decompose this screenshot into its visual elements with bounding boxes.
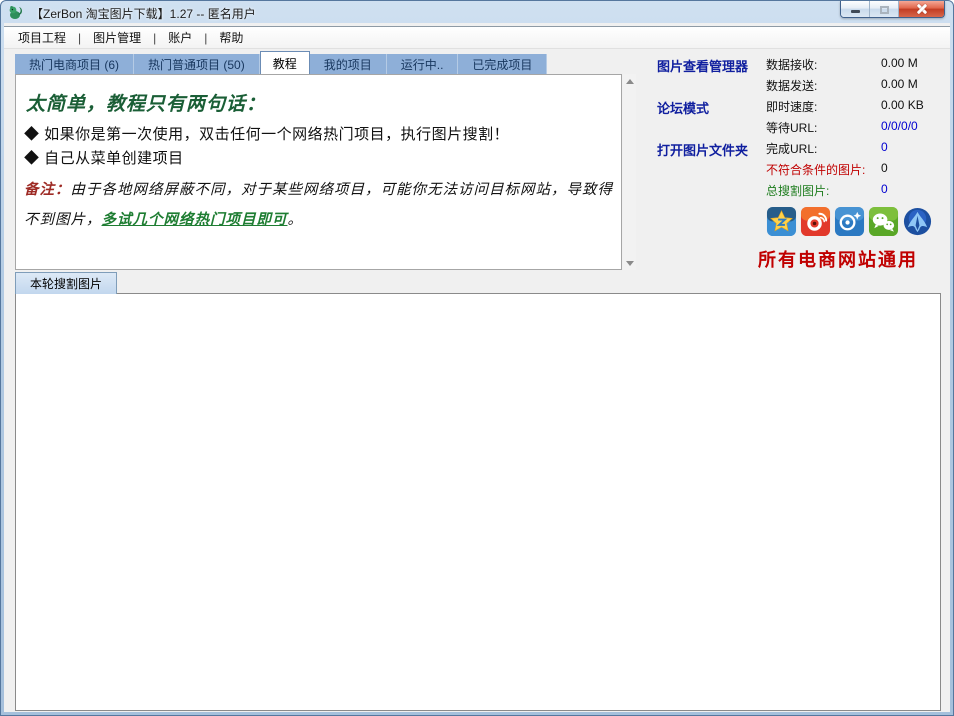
- social-icons-row: [766, 206, 933, 237]
- pengyou-icon[interactable]: [834, 206, 865, 237]
- tab-my-projects[interactable]: 我的项目: [310, 54, 387, 74]
- tutorial-note: 备注：由于各地网络屏蔽不同，对于某些网络项目，可能你无法访问目标网站，导致得不到…: [24, 175, 616, 235]
- slogan-text: 所有电商网站通用: [758, 246, 918, 272]
- maximize-button[interactable]: [870, 1, 899, 17]
- weibo-icon[interactable]: [800, 206, 831, 237]
- tab-running[interactable]: 运行中..: [387, 54, 459, 74]
- title-bar[interactable]: 【ZerBon 淘宝图片下载】1.27 -- 匿名用户: [1, 1, 953, 23]
- note-link[interactable]: 多试几个网络热门项目即可: [102, 211, 288, 228]
- xunlei-icon[interactable]: [902, 206, 933, 237]
- qzone-icon[interactable]: [766, 206, 797, 237]
- stat-value-total-scraped-images: 0: [881, 182, 888, 196]
- menu-item-image-manage[interactable]: 图片管理: [83, 27, 151, 48]
- menu-item-project[interactable]: 项目工程: [4, 27, 76, 48]
- menu-separator: |: [76, 31, 83, 45]
- stat-label-current-speed: 即时速度:: [766, 98, 817, 115]
- tutorial-heading: 太简单，教程只有两句话：: [26, 89, 266, 116]
- triangle-down-icon: [626, 261, 634, 266]
- menu-separator: |: [202, 31, 209, 45]
- tab-current-scraped-images[interactable]: 本轮搜割图片: [15, 272, 117, 294]
- stat-label-unqualified-images: 不符合条件的图片:: [766, 161, 865, 178]
- stat-label-data-sent: 数据发送:: [766, 77, 817, 94]
- close-icon: [916, 4, 927, 15]
- stat-label-completed-url: 完成URL:: [766, 140, 817, 157]
- stat-label-data-received: 数据接收:: [766, 56, 817, 73]
- stat-label-waiting-url: 等待URL:: [766, 119, 817, 136]
- note-label: 备注：: [24, 181, 71, 198]
- tutorial-scrollbar[interactable]: [623, 74, 636, 270]
- stat-value-completed-url: 0: [881, 140, 888, 154]
- link-open-image-folder[interactable]: 打开图片文件夹: [657, 140, 748, 159]
- tutorial-panel: 太简单，教程只有两句话： ◆ 如果你是第一次使用，双击任何一个网络热门项目，执行…: [15, 74, 622, 270]
- triangle-up-icon: [626, 79, 634, 84]
- menu-bar: 项目工程 | 图片管理 | 账户 | 帮助: [4, 26, 950, 49]
- tutorial-bullet-2: ◆ 自己从菜单创建项目: [24, 147, 184, 168]
- minimize-icon: [851, 10, 860, 13]
- scroll-up-button[interactable]: [623, 74, 636, 88]
- wechat-icon[interactable]: [868, 206, 899, 237]
- project-tab-strip: 热门电商项目 (6) 热门普通项目 (50) 教程 我的项目 运行中.. 已完成…: [15, 54, 547, 74]
- tab-completed-projects[interactable]: 已完成项目: [458, 54, 547, 74]
- stat-value-unqualified-images: 0: [881, 161, 888, 175]
- tab-tutorial[interactable]: 教程: [260, 51, 310, 74]
- menu-separator: |: [151, 31, 158, 45]
- note-suffix: 。: [288, 212, 304, 228]
- stat-label-total-scraped-images: 总搜割图片:: [766, 182, 829, 199]
- window-controls: [840, 1, 945, 18]
- link-image-viewer-manager[interactable]: 图片查看管理器: [657, 56, 748, 75]
- scraped-images-panel[interactable]: [15, 293, 941, 711]
- scroll-down-button[interactable]: [623, 256, 636, 270]
- window-title: 【ZerBon 淘宝图片下载】1.27 -- 匿名用户: [31, 5, 256, 22]
- tab-hot-ecommerce-projects[interactable]: 热门电商项目 (6): [15, 54, 134, 74]
- menu-item-account[interactable]: 账户: [158, 27, 202, 48]
- menu-item-help[interactable]: 帮助: [209, 27, 253, 48]
- close-button[interactable]: [899, 1, 944, 17]
- link-forum-mode[interactable]: 论坛模式: [657, 98, 709, 117]
- tutorial-bullet-1: ◆ 如果你是第一次使用，双击任何一个网络热门项目，执行图片搜割！: [24, 123, 509, 144]
- green-squirrel-icon: [8, 4, 24, 20]
- stat-value-data-received: 0.00 M: [881, 56, 918, 70]
- stat-value-current-speed: 0.00 KB: [881, 98, 924, 112]
- tab-hot-general-projects[interactable]: 热门普通项目 (50): [134, 54, 260, 74]
- minimize-button[interactable]: [841, 1, 870, 17]
- maximize-icon: [880, 6, 889, 14]
- stat-value-waiting-url: 0/0/0/0: [881, 119, 918, 133]
- stat-value-data-sent: 0.00 M: [881, 77, 918, 91]
- app-window: 【ZerBon 淘宝图片下载】1.27 -- 匿名用户 项目工程 | 图片管理 …: [0, 0, 954, 716]
